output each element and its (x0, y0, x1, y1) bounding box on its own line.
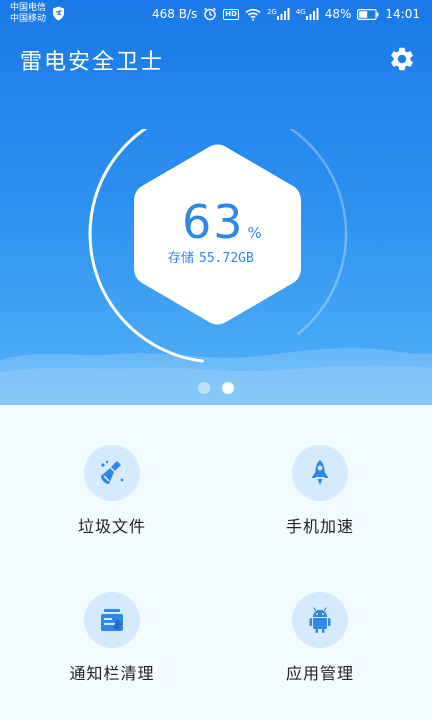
page-indicator (198, 382, 234, 394)
status-right: 468 B/s HD 2G 4G 48% 14:01 (152, 0, 420, 28)
phone-boost-label: 手机加速 (285, 517, 354, 536)
carrier-1: 中国电信 (10, 3, 47, 13)
app-manage-icon-circle (292, 592, 348, 648)
junk-files-icon-circle (84, 445, 140, 501)
storage-info: 存储 55.72GB (168, 247, 254, 266)
alarm-icon (204, 7, 217, 21)
signal-1: 2G (267, 8, 290, 20)
network-gen-2: 4G (295, 8, 306, 16)
junk-files-button[interactable]: 垃圾文件 (42, 445, 182, 537)
notification-card-icon (101, 609, 123, 631)
storage-label: 存储 (168, 251, 195, 266)
junk-files-label: 垃圾文件 (77, 517, 146, 536)
battery-percent: 48% (324, 7, 352, 21)
page-dot-active[interactable] (222, 382, 234, 394)
hd-badge: HD (223, 8, 239, 20)
notification-clean-button[interactable]: 通知栏清理 (42, 592, 182, 684)
phone-boost-button[interactable]: 手机加速 (250, 445, 390, 537)
signal-2: 4G (296, 8, 319, 20)
header-hero: 中国电信 中国移动 468 B/s HD 2G 4G 48% 14:01 雷电安… (0, 0, 432, 405)
signal-bars-icon (276, 8, 290, 20)
app-manage-button[interactable]: 应用管理 (250, 592, 390, 684)
storage-percent: 63 % (182, 194, 262, 250)
signal-bars-icon (305, 8, 319, 20)
phone-boost-icon-circle (292, 445, 348, 501)
storage-percent-value: 63 (182, 195, 245, 249)
percent-sign: % (247, 224, 262, 242)
app-manage-label: 应用管理 (285, 664, 354, 683)
carrier-names: 中国电信 中国移动 (10, 3, 46, 25)
page-dot[interactable] (198, 382, 210, 394)
app-title: 雷电安全卫士 (20, 50, 165, 75)
network-gen-1: 2G (266, 8, 277, 16)
notification-clean-icon-circle (84, 592, 140, 648)
clock: 14:01 (385, 7, 420, 21)
android-icon (309, 607, 331, 633)
notification-clean-label: 通知栏清理 (69, 664, 155, 683)
battery-icon (357, 8, 379, 20)
carrier-2: 中国移动 (10, 14, 47, 24)
broom-icon (101, 460, 124, 484)
status-bar: 中国电信 中国移动 468 B/s HD 2G 4G 48% 14:01 (0, 0, 432, 30)
security-shield-icon (53, 6, 64, 21)
rocket-icon (311, 460, 329, 485)
wifi-icon (245, 8, 261, 21)
net-speed: 468 B/s (152, 7, 198, 21)
storage-value: 55.72GB (199, 251, 254, 266)
settings-gear-icon[interactable] (388, 45, 416, 73)
